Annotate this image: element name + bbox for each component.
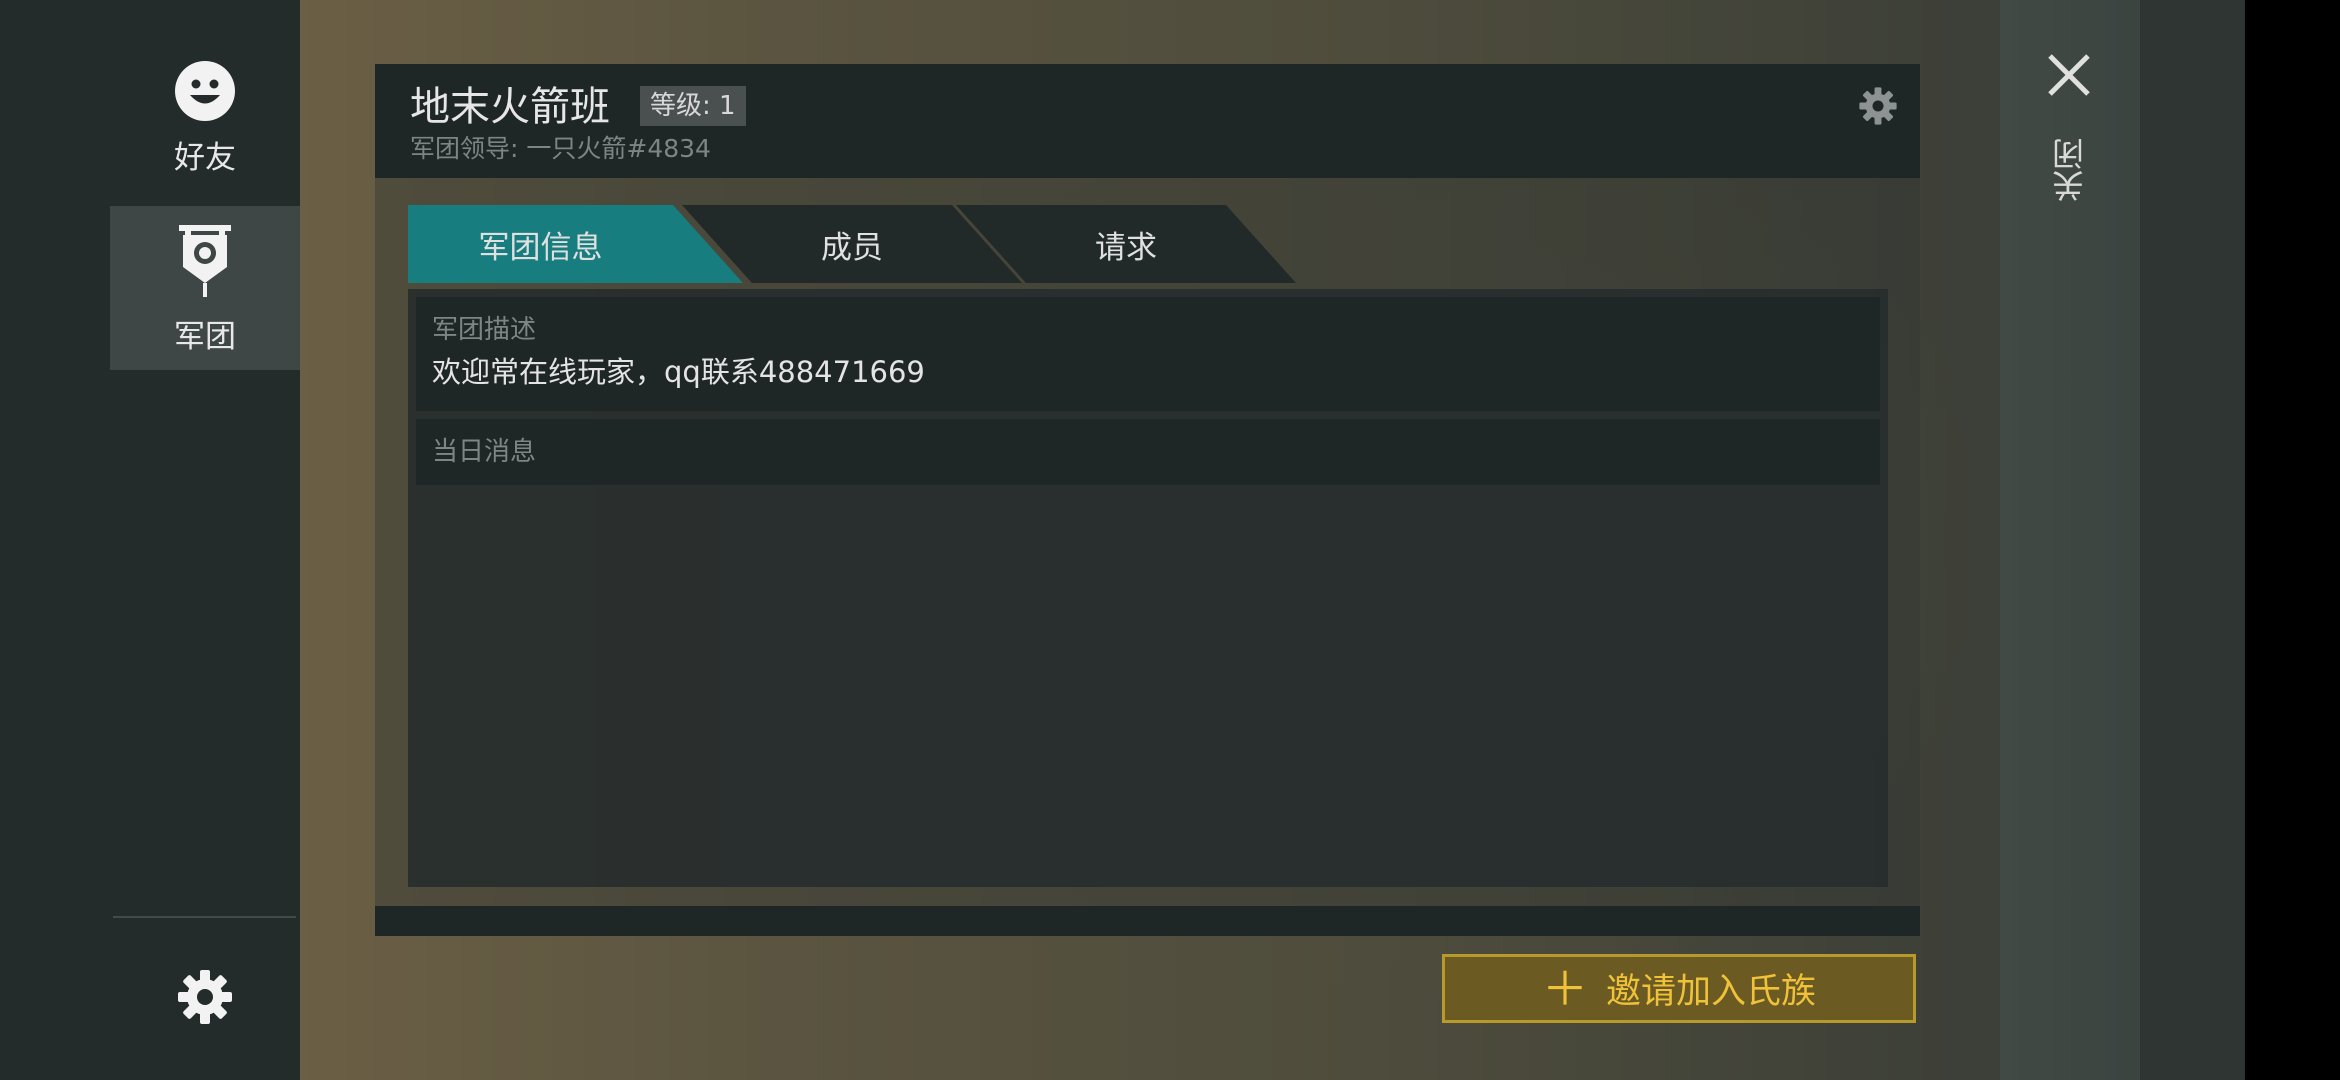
invite-to-clan-button[interactable]: ＋ 邀请加入氏族 [1442,954,1916,1023]
tab-label: 请求 [1095,229,1157,266]
invite-button-label: 邀请加入氏族 [1605,972,1816,1012]
clan-tabs: 军团信息 成员 请求 [408,205,1308,283]
background-edge [2140,0,2245,1080]
tab-requests[interactable]: 请求 [956,205,1296,283]
panel-footer-bar [375,906,1920,936]
gear-icon[interactable] [176,968,234,1026]
clan-description-section: 军团描述 欢迎常在线玩家，qq联系488471669 [416,297,1880,411]
clan-banner-icon [179,224,231,297]
clan-description-text: 欢迎常在线玩家，qq联系488471669 [432,355,925,389]
sidebar-item-friends[interactable]: 好友 [110,36,300,200]
sidebar: 好友 军团 [0,0,300,1080]
sidebar-divider [113,916,296,918]
close-label[interactable]: 关闭 [2050,128,2090,212]
section-title: 当日消息 [432,437,537,467]
smiley-face-icon [175,60,235,121]
clan-name: 地末火箭班 [410,84,610,130]
tab-label: 军团信息 [478,229,603,266]
clan-leader: 军团领导: 一只火箭#4834 [410,134,711,163]
gear-icon[interactable] [1858,86,1898,126]
tab-label: 成员 [821,229,883,266]
clan-header: 地末火箭班 等级: 1 军团领导: 一只火箭#4834 [375,64,1920,178]
message-of-the-day-section: 当日消息 [416,419,1880,485]
level-badge: 等级: 1 [640,86,746,126]
close-icon[interactable] [2046,52,2092,98]
sidebar-item-label: 好友 [174,139,236,176]
screen-edge-bar [2245,0,2340,1080]
sidebar-item-clan[interactable]: 军团 [110,206,300,370]
section-title: 军团描述 [432,315,537,345]
sidebar-item-label: 军团 [174,318,236,355]
plus-icon: ＋ [1541,961,1588,1016]
